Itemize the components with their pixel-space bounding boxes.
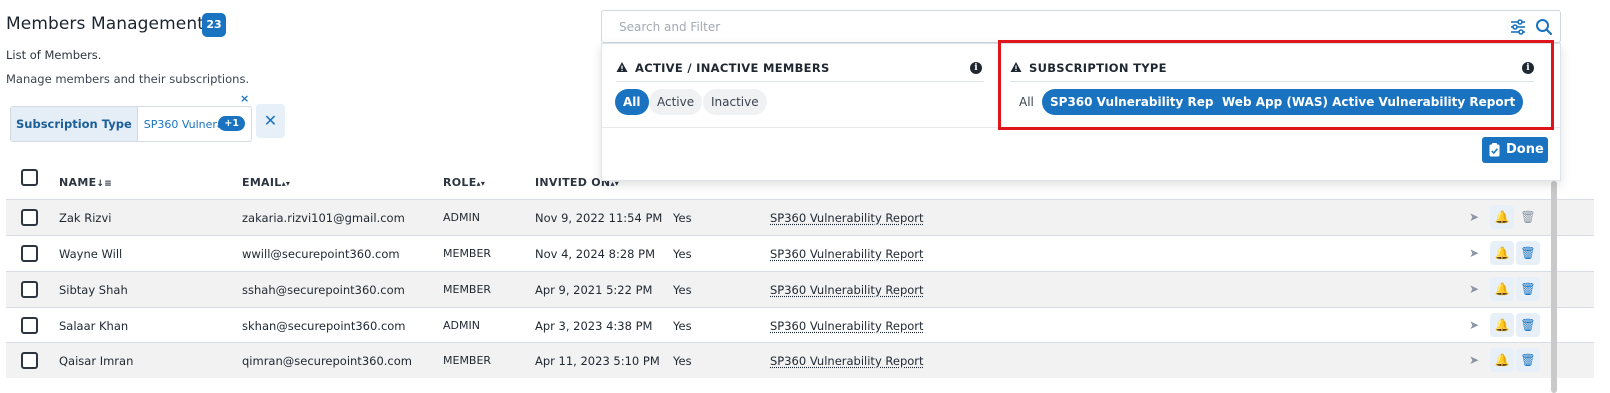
- member-role: ADMIN: [443, 319, 480, 332]
- subscription-type-highlight-box: [998, 40, 1554, 130]
- row-checkbox[interactable]: [21, 209, 38, 226]
- member-invited-on: Nov 4, 2024 8:28 PM: [535, 247, 655, 261]
- member-active: Yes: [673, 354, 692, 368]
- page-title: Members Management: [6, 14, 204, 34]
- member-email: qimran@securepoint360.com: [242, 354, 412, 368]
- member-subscription-link[interactable]: SP360 Vulnerability Report: [770, 211, 924, 225]
- bell-icon[interactable]: 🔔: [1490, 205, 1514, 229]
- section-divider: [616, 81, 984, 82]
- member-role: MEMBER: [443, 247, 492, 260]
- search-bar[interactable]: Search and Filter: [601, 10, 1561, 43]
- bell-icon[interactable]: 🔔: [1490, 241, 1514, 265]
- member-invited-on: Nov 9, 2022 11:54 PM: [535, 211, 663, 225]
- member-subscription-link[interactable]: SP360 Vulnerability Report: [770, 354, 924, 368]
- member-name: Qaisar Imran: [59, 354, 134, 368]
- send-invite-icon[interactable]: ➤: [1462, 277, 1486, 301]
- row-checkbox[interactable]: [21, 352, 38, 369]
- remove-filter-chip-icon[interactable]: ×: [240, 92, 249, 105]
- member-role: MEMBER: [443, 283, 492, 296]
- filter-chip-key: Subscription Type: [11, 107, 138, 141]
- filter-sliders-icon[interactable]: [1509, 18, 1527, 36]
- member-name: Sibtay Shah: [59, 283, 128, 297]
- member-name: Wayne Will: [59, 247, 123, 261]
- select-all-checkbox[interactable]: [21, 169, 38, 186]
- trash-icon[interactable]: 🗑: [1516, 277, 1540, 301]
- bell-icon[interactable]: 🔔: [1490, 313, 1514, 337]
- column-email[interactable]: EMAIL▴▾: [242, 176, 290, 189]
- sort-desc-icon[interactable]: ↓≡: [96, 179, 112, 189]
- bell-icon[interactable]: 🔔: [1490, 348, 1514, 372]
- member-invited-on: Apr 11, 2023 5:10 PM: [535, 354, 660, 368]
- table-row[interactable]: Salaar Khan skhan@securepoint360.com ADMIN…: [6, 307, 1594, 343]
- done-button[interactable]: Done: [1482, 137, 1548, 163]
- page-subtitle: List of Members.: [6, 48, 102, 62]
- member-subscription-link[interactable]: SP360 Vulnerability Report: [770, 283, 924, 297]
- send-invite-icon[interactable]: ➤: [1462, 348, 1486, 372]
- search-icon[interactable]: [1535, 18, 1553, 36]
- member-name: Salaar Khan: [59, 319, 129, 333]
- info-icon[interactable]: i: [970, 62, 982, 74]
- member-subscription-link[interactable]: SP360 Vulnerability Report: [770, 319, 924, 333]
- sort-icon[interactable]: ▴▾: [477, 179, 486, 188]
- member-role: ADMIN: [443, 211, 480, 224]
- row-checkbox[interactable]: [21, 281, 38, 298]
- member-invited-on: Apr 9, 2021 5:22 PM: [535, 283, 653, 297]
- column-name[interactable]: NAME↓≡: [59, 176, 112, 189]
- bell-icon[interactable]: 🔔: [1490, 277, 1514, 301]
- members-option-active[interactable]: Active: [649, 89, 703, 115]
- members-section-title: ACTIVE / INACTIVE MEMBERS: [635, 61, 830, 75]
- sort-icon[interactable]: ▴▾: [282, 179, 291, 188]
- member-active: Yes: [673, 283, 692, 297]
- members-option-all[interactable]: All: [615, 89, 649, 115]
- row-checkbox[interactable]: [21, 245, 38, 262]
- table-row[interactable]: Qaisar Imran qimran@securepoint360.com MEM…: [6, 342, 1594, 378]
- clear-filters-button[interactable]: ✕: [256, 104, 285, 138]
- member-active: Yes: [673, 319, 692, 333]
- member-invited-on: Apr 3, 2023 4:38 PM: [535, 319, 653, 333]
- member-email: wwill@securepoint360.com: [242, 247, 400, 261]
- search-placeholder: Search and Filter: [619, 20, 721, 34]
- member-count-badge: 23: [202, 13, 226, 37]
- send-invite-icon[interactable]: ➤: [1462, 313, 1486, 337]
- done-label: Done: [1506, 142, 1544, 157]
- member-email: sshah@securepoint360.com: [242, 283, 405, 297]
- active-filter-chip[interactable]: Subscription Type SP360 Vulnerabi... +1: [10, 106, 252, 142]
- trash-icon[interactable]: 🗑: [1516, 205, 1540, 229]
- member-email: skhan@securepoint360.com: [242, 319, 406, 333]
- table-row[interactable]: Wayne Will wwill@securepoint360.com MEMBER…: [6, 235, 1594, 271]
- clipboard-check-icon: [1489, 143, 1500, 157]
- warning-icon: [616, 62, 628, 72]
- member-name: Zak Rizvi: [59, 211, 112, 225]
- member-subscription-link[interactable]: SP360 Vulnerability Report: [770, 247, 924, 261]
- member-email: zakaria.rizvi101@gmail.com: [242, 211, 405, 225]
- table-row[interactable]: Zak Rizvi zakaria.rizvi101@gmail.com ADMIN…: [6, 199, 1594, 235]
- members-option-inactive[interactable]: Inactive: [703, 89, 767, 115]
- trash-icon[interactable]: 🗑: [1516, 313, 1540, 337]
- table-row[interactable]: Sibtay Shah sshah@securepoint360.com MEMBE…: [6, 271, 1594, 307]
- send-invite-icon[interactable]: ➤: [1462, 205, 1486, 229]
- send-invite-icon[interactable]: ➤: [1462, 241, 1486, 265]
- column-role[interactable]: ROLE▴▾: [443, 176, 485, 189]
- row-checkbox[interactable]: [21, 317, 38, 334]
- trash-icon[interactable]: 🗑: [1516, 241, 1540, 265]
- member-active: Yes: [673, 247, 692, 261]
- member-role: MEMBER: [443, 354, 492, 367]
- scrollbar[interactable]: [1551, 181, 1557, 393]
- member-active: Yes: [673, 211, 692, 225]
- trash-icon[interactable]: 🗑: [1516, 348, 1540, 372]
- filter-chip-more-badge[interactable]: +1: [218, 116, 245, 131]
- page-description: Manage members and their subscriptions.: [6, 72, 250, 86]
